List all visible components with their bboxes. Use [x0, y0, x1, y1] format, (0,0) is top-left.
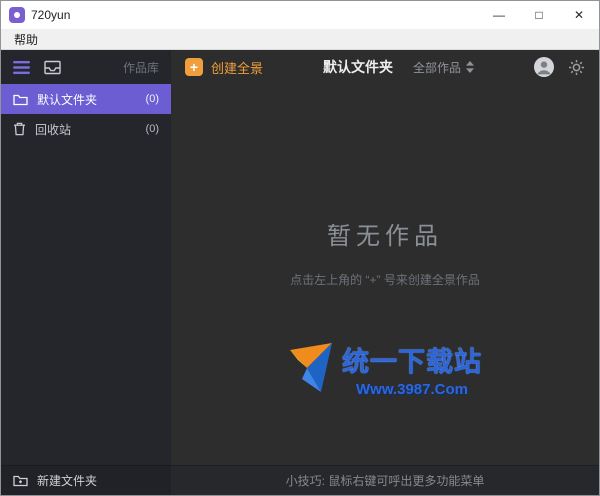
- trash-icon: [13, 122, 26, 136]
- menubar: 帮助: [1, 29, 599, 50]
- watermark-text: 统一下载站 Www.3987.Com: [342, 340, 482, 398]
- empty-state-hint: 点击左上角的 “+” 号来创建全景作品: [290, 271, 480, 288]
- current-folder-title: 默认文件夹: [323, 57, 393, 77]
- main-content: + 创建全景 默认文件夹 全部作品: [171, 50, 599, 495]
- create-panorama-button[interactable]: + 创建全景: [185, 58, 263, 77]
- toolbar-right: [534, 57, 585, 77]
- sidebar-item-default-folder[interactable]: 默认文件夹 (0): [1, 84, 171, 114]
- create-panorama-label: 创建全景: [211, 58, 263, 77]
- maximize-button[interactable]: □: [519, 1, 559, 29]
- folder-count: (0): [146, 93, 159, 105]
- sidebar-header: 作品库: [1, 50, 171, 84]
- new-folder-button[interactable]: 新建文件夹: [1, 465, 171, 495]
- window-controls: — □ ✕: [479, 1, 599, 29]
- folder-count: (0): [146, 123, 159, 135]
- watermark-title: 统一下载站: [342, 340, 482, 379]
- archive-box-icon[interactable]: [44, 60, 61, 75]
- sort-arrows-icon: [466, 61, 474, 73]
- empty-state-title: 暂无作品: [327, 216, 443, 251]
- plus-icon: +: [185, 58, 203, 76]
- empty-state: 暂无作品 点击左上角的 “+” 号来创建全景作品 统一下载站 Www.3987: [171, 84, 599, 465]
- folder-list: 默认文件夹 (0) 回收站 (0): [1, 84, 171, 465]
- watermark-url: Www.3987.Com: [356, 381, 468, 398]
- new-folder-label: 新建文件夹: [37, 472, 97, 489]
- filter-dropdown[interactable]: 全部作品: [413, 59, 474, 76]
- gear-icon[interactable]: [568, 59, 585, 76]
- watermark: 统一下载站 Www.3987.Com: [288, 340, 482, 398]
- statusbar: 小技巧: 鼠标右键可呼出更多功能菜单: [171, 465, 599, 495]
- sidebar-item-recycle-bin[interactable]: 回收站 (0): [1, 114, 171, 144]
- list-view-icon[interactable]: [13, 61, 30, 74]
- watermark-logo-icon: [288, 342, 336, 396]
- sidebar: 作品库 默认文件夹 (0): [1, 50, 171, 495]
- minimize-button[interactable]: —: [479, 1, 519, 29]
- content-toolbar: + 创建全景 默认文件夹 全部作品: [171, 50, 599, 84]
- close-button[interactable]: ✕: [559, 1, 599, 29]
- new-folder-icon: [13, 474, 28, 487]
- statusbar-tip: 小技巧: 鼠标右键可呼出更多功能菜单: [286, 472, 485, 489]
- menu-help[interactable]: 帮助: [7, 31, 45, 48]
- app-logo-icon: [9, 7, 25, 23]
- app-window: 720yun — □ ✕ 帮助: [0, 0, 600, 496]
- toolbar-center: 默认文件夹 全部作品: [323, 57, 474, 77]
- folder-label: 默认文件夹: [37, 91, 97, 108]
- app-body: 作品库 默认文件夹 (0): [1, 50, 599, 495]
- folder-icon: [13, 93, 28, 106]
- filter-label: 全部作品: [413, 59, 461, 76]
- window-title: 720yun: [31, 8, 70, 22]
- folder-label: 回收站: [35, 121, 71, 138]
- titlebar: 720yun — □ ✕: [1, 1, 599, 29]
- avatar[interactable]: [534, 57, 554, 77]
- library-label: 作品库: [123, 59, 159, 76]
